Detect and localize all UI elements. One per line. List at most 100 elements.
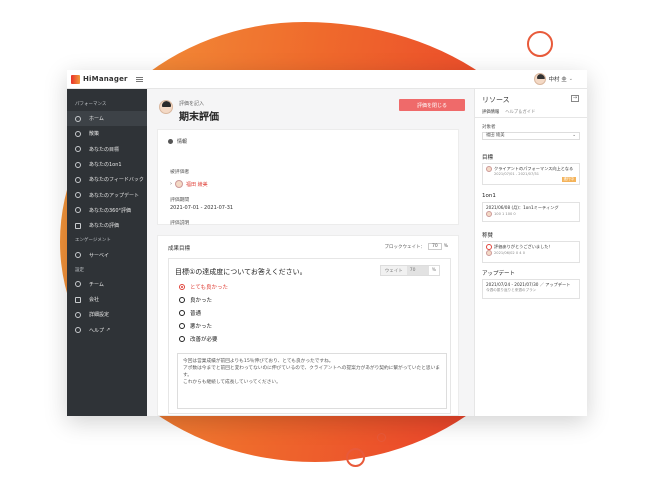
compass-icon [75,130,81,137]
user-menu[interactable]: 中村 圭 ⌄ [533,73,573,85]
sidebar-item-feedback[interactable]: あなたのフィードバック [67,172,147,187]
sidebar-item-label: サーベイ [89,252,110,259]
rating-option-average[interactable]: 普通 [179,309,201,317]
divider [475,117,587,118]
help-icon [75,327,81,334]
goal-resource-meta: 2021/07/01 - 2021/07/31 [494,172,540,176]
status-badge: 進行中 [561,177,576,182]
sidebar-item-survey[interactable]: サーベイ [67,247,147,262]
option-label: 普通 [190,311,202,317]
sidebar-item-home[interactable]: ホーム [67,111,147,127]
sidebar-item-updates[interactable]: あなたのアップデート [67,187,147,202]
sidebar-item-label: あなたの360°評価 [89,207,132,214]
feedback-resource-card[interactable]: 評価ありがとうございました！ 2021/06/02 0 4 0 [482,241,580,263]
rating-option-good[interactable]: 良かった [179,296,212,304]
comment-textarea[interactable]: 今回は営業成績が前回よりも15％伸びており、とても良かったですね。 アポ数は今ま… [177,353,447,409]
weight-field[interactable]: ウェイト 70 % [379,265,440,276]
comment-line: これからも継続して成長していってください。 [183,380,281,385]
company-icon [75,296,81,303]
info-icon [168,139,173,144]
block-weight: ブロックウェイト： 70 % [384,243,448,250]
resource-title: リソース [482,96,510,104]
sidebar-item-360-review[interactable]: あなたの360°評価 [67,203,147,218]
oneonone-resource-meta: 100 1 100 0 [494,212,516,216]
sidebar-item-company[interactable]: 会社 [67,292,147,307]
evaluatee-bullet: › [170,181,172,187]
collapse-panel-icon[interactable]: → [571,95,579,102]
subject-select[interactable]: 福田 綾美 ⌄ [482,132,580,140]
sidebar-item-goals[interactable]: あなたの目標 [67,142,147,157]
sidebar-item-label: あなたの1on1 [89,162,122,169]
decor-ring-small [377,433,386,442]
info-heading: 情報 [168,138,187,145]
description-label: 評価説明 [170,221,190,226]
sidebar-item-evaluation[interactable]: あなたの評価 [67,218,147,233]
sidebar-item-label: ヘルプ [89,327,105,334]
goal-card: 成果目標 ブロックウェイト： 70 % 目標①の達成度についてお答えください。 … [157,235,459,416]
chevron-down-icon: ⌄ [572,133,576,138]
update-resource-meta: 今週の振り返りと来週のプラン [486,288,537,292]
home-icon [75,115,81,122]
goal-resource-card[interactable]: クライアントのパフォーマンス向上となる 2021/07/01 - 2021/07… [482,163,580,185]
radio[interactable] [179,297,185,303]
page-title: 期末評価 [179,112,219,123]
review360-icon [75,207,81,214]
topbar: HiManager 中村 圭 ⌄ [67,70,587,89]
sidebar-section-engagement: エンゲージメント [75,238,111,244]
decor-ring-large [527,31,553,57]
period-value: 2021-07-01 - 2021-07-31 [170,205,234,211]
evaluation-icon [75,222,81,229]
page-header: 評価を記入 期末評価 評価を閉じる [157,96,469,123]
rating-option-very-good[interactable]: とても良かった [179,283,228,291]
sidebar-item-settings[interactable]: 詳細設定 [67,307,147,322]
radio[interactable] [179,336,185,342]
page-subtitle: 評価を記入 [179,101,205,107]
chevron-down-icon: ⌄ [568,76,573,82]
hamburger-menu-icon[interactable] [135,76,143,82]
rating-option-bad[interactable]: 悪かった [179,322,212,330]
radio[interactable] [179,323,185,329]
radio-selected[interactable] [179,284,185,290]
option-label: 悪かった [190,324,213,330]
oneonone-section-title: 1on1 [482,193,496,199]
info-heading-text: 情報 [177,139,188,145]
avatar [486,211,492,217]
stage: HiManager 中村 圭 ⌄ パフォーマンス ホーム 散策 あなたの目標 あ… [0,0,650,504]
oneonone-resource-card[interactable]: 2021/06/08 (月)：1on1ミーティング 100 1 100 0 [482,202,580,222]
sidebar-item-label: あなたの評価 [89,223,120,230]
sidebar-item-label: あなたのフィードバック [89,177,144,184]
feedback-resource-text: 評価ありがとうございました！ [494,244,553,249]
decor-ring-medium [346,448,365,467]
close-evaluation-button[interactable]: 評価を閉じる [399,99,465,111]
sidebar-item-1on1[interactable]: あなたの1on1 [67,157,147,172]
feedback-resource-meta: 2021/06/02 0 4 0 [494,251,525,255]
avatar [486,166,492,172]
sidebar: パフォーマンス ホーム 散策 あなたの目標 あなたの1on1 あなたのフィードバ… [67,89,147,416]
radio[interactable] [179,310,185,316]
rating-option-needs-improvement[interactable]: 改善が必要 [179,335,218,343]
evaluatee[interactable]: › 福田 綾美 [170,180,208,188]
sidebar-section-settings: 設定 [75,267,84,273]
evaluatee-label: 被評価者 [170,170,190,175]
sidebar-item-explore[interactable]: 散策 [67,126,147,141]
sidebar-item-help[interactable]: ヘルプ ↗ [67,323,147,338]
app-window: HiManager 中村 圭 ⌄ パフォーマンス ホーム 散策 あなたの目標 あ… [67,70,587,416]
question-card: 目標①の達成度についてお答えください。 ウェイト 70 % とても良かった 良か… [168,258,451,414]
comment-line: 今回は営業成績が前回よりも15％伸びており、とても良かったですね。 [183,359,334,364]
subject-value: 福田 綾美 [486,133,505,138]
evaluatee-avatar [159,100,173,114]
logo[interactable]: HiManager [71,74,128,84]
avatar [175,180,183,188]
block-weight-value: 70 [427,243,442,250]
settings-icon [75,311,81,318]
sidebar-item-label: あなたの目標 [89,146,120,153]
update-section-title: アップデート [482,271,516,277]
sidebar-item-label: 詳細設定 [89,312,110,319]
chat-icon [75,161,81,168]
weight-input[interactable]: 70 [406,266,429,275]
evaluatee-name: 福田 綾美 [186,181,208,188]
update-resource-card[interactable]: 2021/07/24 - 2021/07/30 ／ アップデート 今週の振り返り… [482,279,580,299]
feedback-icon [75,176,81,183]
avatar [533,73,546,85]
sidebar-item-team[interactable]: チーム [67,277,147,292]
